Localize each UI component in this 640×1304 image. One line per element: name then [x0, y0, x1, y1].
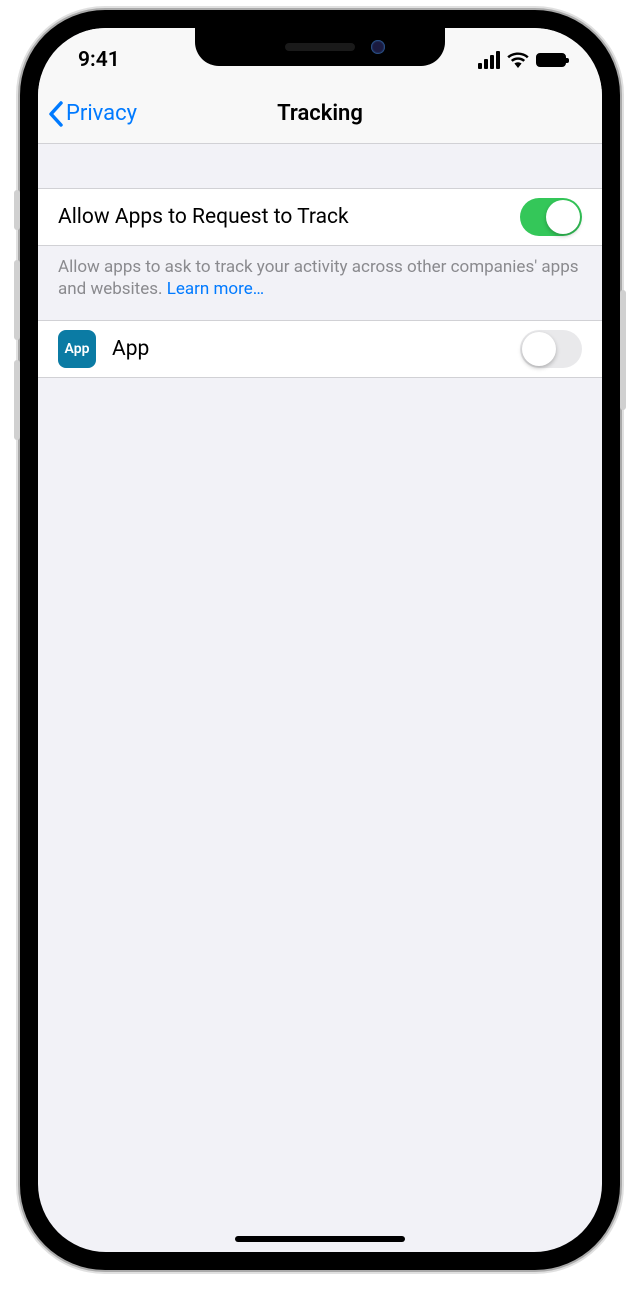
notch [195, 28, 445, 66]
learn-more-link[interactable]: Learn more… [167, 279, 264, 299]
section-spacer [38, 144, 602, 188]
app-icon: App [58, 330, 96, 368]
allow-apps-to-track-row: Allow Apps to Request to Track [38, 188, 602, 246]
back-button[interactable]: Privacy [48, 101, 137, 127]
status-indicators [478, 51, 566, 69]
allow-apps-to-track-label: Allow Apps to Request to Track [58, 205, 520, 229]
home-indicator[interactable] [235, 1236, 405, 1242]
status-time: 9:41 [78, 48, 120, 72]
footer-description: Allow apps to ask to track your activity… [58, 257, 579, 299]
toggle-knob [522, 332, 556, 366]
front-camera-icon [371, 40, 385, 54]
section-footer: Allow apps to ask to track your activity… [38, 246, 602, 320]
side-button [14, 190, 20, 230]
chevron-left-icon [48, 101, 64, 127]
cellular-signal-icon [478, 51, 500, 69]
speaker-grill [285, 43, 355, 51]
wifi-icon [507, 52, 529, 68]
device-frame: 9:41 Privacy Tracking Allow [20, 10, 620, 1270]
app-tracking-toggle[interactable] [520, 330, 582, 368]
power-button [620, 290, 626, 410]
back-label: Privacy [66, 101, 137, 126]
screen: 9:41 Privacy Tracking Allow [38, 28, 602, 1252]
volume-down-button [14, 360, 20, 440]
volume-up-button [14, 260, 20, 340]
navigation-bar: Privacy Tracking [38, 84, 602, 144]
battery-icon [536, 53, 566, 67]
allow-apps-to-track-toggle[interactable] [520, 198, 582, 236]
app-tracking-row: App App [38, 320, 602, 378]
app-name-label: App [112, 337, 520, 361]
toggle-knob [546, 200, 580, 234]
